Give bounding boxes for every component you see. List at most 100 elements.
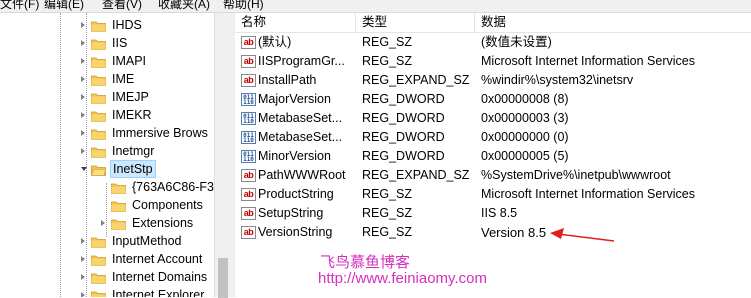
tree-node-label: IHDS — [112, 18, 142, 32]
value-data: 0x00000005 (5) — [481, 149, 569, 163]
value-type: REG_SZ — [362, 35, 413, 49]
string-value-icon: ab — [241, 226, 256, 239]
value-type: REG_SZ — [362, 206, 413, 220]
folder-icon — [91, 19, 106, 32]
watermark-url: http://www.feiniaomy.com — [318, 270, 487, 287]
list-row[interactable]: ab InstallPath REG_EXPAND_SZ %windir%\syste… — [235, 71, 751, 90]
folder-icon — [91, 289, 106, 297]
folder-icon — [91, 73, 106, 86]
value-list[interactable]: 名称 类型 数据 ab (默认) REG_SZ (数值未设置) ab IISProgram… — [235, 13, 751, 297]
string-value-icon: ab — [241, 55, 256, 68]
tree-node[interactable]: IMEKR — [81, 106, 214, 124]
tree-node[interactable]: Immersive Brows — [81, 124, 214, 142]
value-name: VersionString — [258, 225, 333, 239]
collapsed-arrow-icon[interactable] — [81, 58, 85, 64]
folder-icon — [91, 271, 106, 284]
value-name: MinorVersion — [258, 149, 331, 163]
tree-node[interactable]: Inetmgr — [81, 142, 214, 160]
collapsed-arrow-icon[interactable] — [81, 112, 85, 118]
tree-node[interactable]: Internet Explorer — [81, 286, 214, 297]
collapsed-arrow-icon[interactable] — [81, 292, 85, 297]
list-row[interactable]: ab (默认) REG_SZ (数值未设置) — [235, 33, 751, 52]
tree-guide-line — [60, 13, 61, 297]
tree-vertical-scrollbar[interactable] — [214, 13, 232, 298]
folder-icon — [111, 217, 126, 230]
tree-node-label: IME — [112, 72, 135, 86]
list-row[interactable]: 011 110 MetabaseSet... REG_DWORD 0x00000000 … — [235, 128, 751, 147]
tree-node-label: Internet Domains — [112, 270, 208, 284]
tree-node[interactable]: InputMethod — [81, 232, 214, 250]
collapsed-arrow-icon[interactable] — [81, 130, 85, 136]
list-row[interactable]: ab ProductString REG_SZ Microsoft Internet … — [235, 185, 751, 204]
menu-edit[interactable]: 编辑(E) — [44, 0, 84, 11]
binary-value-icon: 011 110 — [241, 131, 256, 144]
menu-view[interactable]: 查看(V) — [102, 0, 142, 11]
string-value-icon: ab — [241, 207, 256, 220]
collapsed-arrow-icon[interactable] — [101, 220, 105, 226]
value-name: MajorVersion — [258, 92, 331, 106]
tree-node-label: Immersive Brows — [112, 126, 208, 140]
column-header-data[interactable]: 数据 — [475, 13, 751, 32]
collapsed-arrow-icon[interactable] — [81, 238, 85, 244]
tree-node[interactable]: Internet Account — [81, 250, 214, 268]
list-row[interactable]: ab SetupString REG_SZ IIS 8.5 — [235, 204, 751, 223]
value-type: REG_EXPAND_SZ — [362, 73, 470, 87]
menu-help[interactable]: 帮助(H) — [223, 0, 264, 11]
tree-node-label: {763A6C86-F3 — [132, 180, 214, 194]
folder-icon — [111, 199, 126, 212]
value-type: REG_DWORD — [362, 149, 445, 163]
list-row[interactable]: 011 110 MinorVersion REG_DWORD 0x00000005 (5… — [235, 147, 751, 166]
list-header: 名称 类型 数据 — [235, 13, 751, 33]
value-data: %windir%\system32\inetsrv — [481, 73, 634, 87]
value-name: PathWWWRoot — [258, 168, 346, 182]
string-value-icon: ab — [241, 36, 256, 49]
string-value-icon: ab — [241, 169, 256, 182]
folder-icon — [91, 127, 106, 140]
collapsed-arrow-icon[interactable] — [81, 274, 85, 280]
menu-file[interactable]: 文件(F) — [0, 0, 39, 11]
list-row[interactable]: 011 110 MajorVersion REG_DWORD 0x00000008 (8… — [235, 90, 751, 109]
tree-node[interactable]: IMAPI — [81, 52, 214, 70]
folder-icon — [91, 37, 106, 50]
tree-node-label: InputMethod — [112, 234, 182, 248]
tree-node-label: IIS — [112, 36, 128, 50]
list-row[interactable]: ab VersionString REG_SZ Version 8.5 — [235, 223, 751, 242]
collapsed-arrow-icon[interactable] — [81, 22, 85, 28]
tree-node[interactable]: Components — [101, 196, 214, 214]
column-header-type[interactable]: 类型 — [356, 13, 475, 32]
column-header-name[interactable]: 名称 — [235, 13, 356, 32]
value-data: 0x00000008 (8) — [481, 92, 569, 106]
list-row[interactable]: ab IISProgramGr... REG_SZ Microsoft Interne… — [235, 52, 751, 71]
collapsed-arrow-icon[interactable] — [81, 94, 85, 100]
value-data: Microsoft Internet Information Services — [481, 54, 695, 68]
folder-icon — [91, 91, 106, 104]
menu-favorites[interactable]: 收藏夹(A) — [158, 0, 210, 11]
value-data: 0x00000000 (0) — [481, 130, 569, 144]
scrollbar-thumb[interactable] — [218, 258, 228, 298]
value-data: 0x00000003 (3) — [481, 111, 569, 125]
collapsed-arrow-icon[interactable] — [81, 148, 85, 154]
collapsed-arrow-icon[interactable] — [81, 40, 85, 46]
tree-node[interactable]: Internet Domains — [81, 268, 214, 286]
menu-bar: 文件(F) 编辑(E) 查看(V) 收藏夹(A) 帮助(H) — [0, 0, 751, 13]
tree-node-selected[interactable]: InetStp — [81, 160, 214, 178]
list-row[interactable]: ab PathWWWRoot REG_EXPAND_SZ %SystemDrive%\… — [235, 166, 751, 185]
tree-node[interactable]: {763A6C86-F3 — [101, 178, 214, 196]
tree-node[interactable]: IHDS — [81, 16, 214, 34]
binary-value-icon: 011 110 — [241, 150, 256, 163]
registry-tree[interactable]: IHDS IIS IMAPI IME IMEJP IMEKR Immersive Brows… — [0, 13, 214, 297]
tree-node-label: InetStp — [110, 160, 156, 178]
list-row[interactable]: 011 110 MetabaseSet... REG_DWORD 0x00000003 … — [235, 109, 751, 128]
tree-node[interactable]: IIS — [81, 34, 214, 52]
value-data: IIS 8.5 — [481, 206, 518, 220]
expanded-arrow-icon[interactable] — [81, 167, 87, 171]
collapsed-arrow-icon[interactable] — [81, 76, 85, 82]
collapsed-arrow-icon[interactable] — [81, 256, 85, 262]
value-type: REG_DWORD — [362, 111, 445, 125]
value-data: (数值未设置) — [481, 35, 552, 49]
tree-node[interactable]: IME — [81, 70, 214, 88]
folder-icon — [91, 109, 106, 122]
tree-node[interactable]: IMEJP — [81, 88, 214, 106]
tree-node[interactable]: Extensions — [101, 214, 214, 232]
tree-node-label: Internet Explorer — [112, 288, 205, 297]
